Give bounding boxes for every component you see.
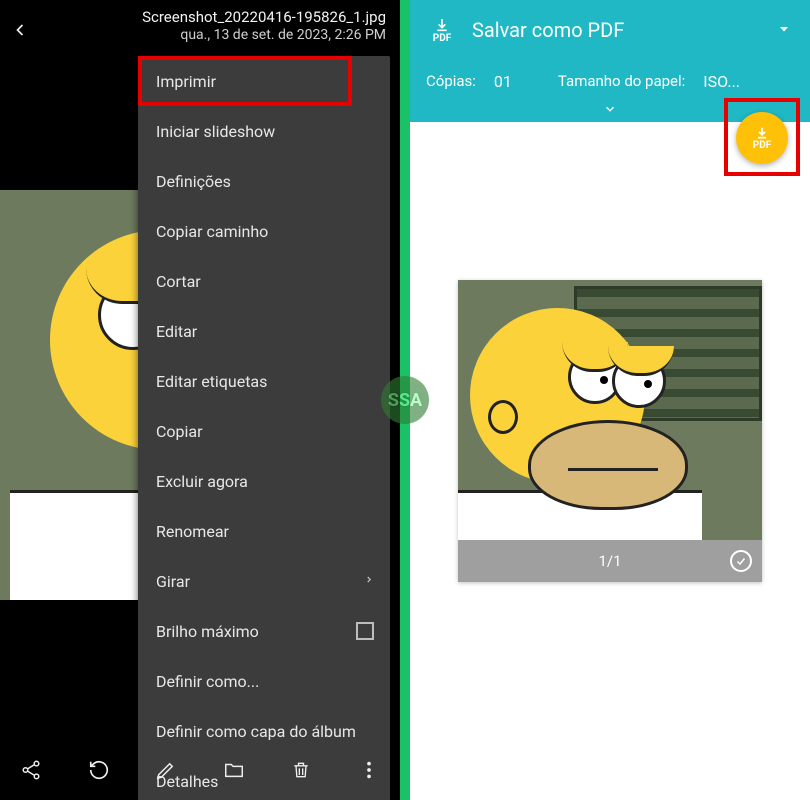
more-button[interactable] — [356, 757, 382, 783]
page-indicator: 1/1 — [598, 552, 621, 570]
reload-button[interactable] — [86, 757, 112, 783]
page-selected-toggle[interactable] — [730, 550, 752, 572]
menu-item-editar-etiquetas[interactable]: Editar etiquetas — [138, 356, 390, 406]
context-menu: Imprimir Iniciar slideshow Definições Co… — [138, 56, 390, 800]
menu-item-editar[interactable]: Editar — [138, 306, 390, 356]
checkbox-icon[interactable] — [356, 622, 374, 640]
copies-value[interactable]: 01 — [488, 72, 518, 91]
menu-item-definicoes[interactable]: Definições — [138, 156, 390, 206]
copies-label: Cópias: — [426, 72, 476, 90]
page-preview[interactable]: 1/1 — [458, 280, 762, 582]
menu-item-cortar[interactable]: Cortar — [138, 256, 390, 306]
chevron-down-icon — [599, 102, 621, 116]
save-pdf-fab[interactable]: PDF — [736, 112, 788, 164]
menu-item-renomear[interactable]: Renomear — [138, 506, 390, 556]
image-viewer-screen: Screenshot_20220416-195826_1.jpg qua., 1… — [0, 0, 400, 800]
print-options-bar: Cópias: 01 Tamanho do papel: ISO... — [410, 60, 810, 102]
share-button[interactable] — [18, 757, 44, 783]
menu-item-girar[interactable]: Girar — [138, 556, 390, 606]
menu-item-copiar-caminho[interactable]: Copiar caminho — [138, 206, 390, 256]
caret-down-icon — [776, 21, 792, 37]
file-datetime: qua., 13 de set. de 2023, 2:26 PM — [142, 27, 386, 45]
pdf-header[interactable]: PDF Salvar como PDF — [410, 0, 810, 60]
file-name: Screenshot_20220416-195826_1.jpg — [142, 8, 386, 27]
more-vert-icon — [358, 759, 380, 781]
image-preview-sliver[interactable] — [0, 190, 150, 600]
menu-item-copiar[interactable]: Copiar — [138, 406, 390, 456]
edit-button[interactable] — [153, 757, 179, 783]
share-icon — [20, 759, 42, 781]
trash-icon — [291, 759, 311, 781]
viewer-topbar: Screenshot_20220416-195826_1.jpg qua., 1… — [0, 0, 400, 60]
file-info: Screenshot_20220416-195826_1.jpg qua., 1… — [142, 8, 386, 44]
pdf-header-title: Salvar como PDF — [472, 18, 776, 42]
page-indicator-bar: 1/1 — [458, 540, 762, 582]
viewer-bottombar — [0, 740, 400, 800]
watermark-badge: SSA — [381, 376, 429, 424]
menu-item-brilho-maximo[interactable]: Brilho máximo — [138, 606, 390, 656]
pencil-icon — [155, 759, 177, 781]
paper-size-value[interactable]: ISO... — [697, 72, 746, 91]
back-arrow-icon — [10, 20, 30, 40]
submenu-chevron-icon — [364, 572, 374, 591]
check-icon — [735, 555, 747, 567]
reload-icon — [88, 759, 110, 781]
move-to-folder-button[interactable] — [221, 757, 247, 783]
pdf-icon: PDF — [426, 17, 458, 44]
folder-icon — [222, 759, 246, 781]
paper-size-label: Tamanho do papel: — [558, 72, 685, 90]
print-pdf-screen: PDF Salvar como PDF Cópias: 01 Tamanho d… — [410, 0, 810, 800]
menu-item-imprimir[interactable]: Imprimir — [138, 56, 390, 106]
destination-dropdown-button[interactable] — [776, 21, 794, 39]
menu-item-definir-como[interactable]: Definir como... — [138, 656, 390, 706]
back-button[interactable] — [8, 18, 32, 42]
delete-button[interactable] — [288, 757, 314, 783]
download-icon — [754, 126, 770, 140]
page-preview-image — [458, 280, 762, 540]
menu-item-iniciar-slideshow[interactable]: Iniciar slideshow — [138, 106, 390, 156]
menu-item-excluir-agora[interactable]: Excluir agora — [138, 456, 390, 506]
